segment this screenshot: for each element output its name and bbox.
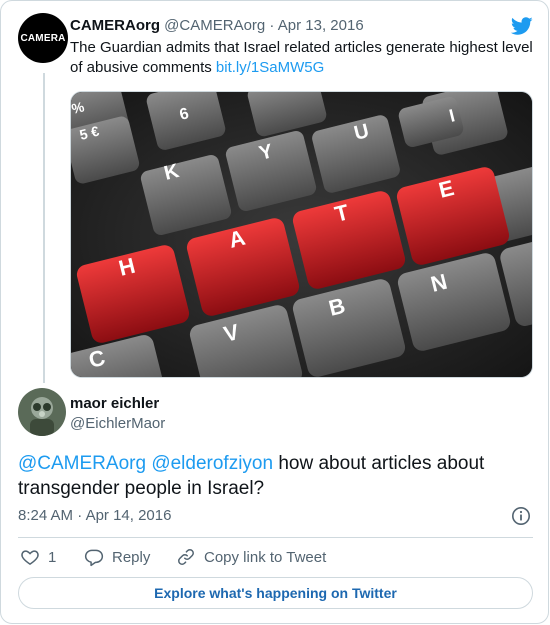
author-name[interactable]: CAMERAorg [70,17,160,34]
keyboard-hate-photo: % 5 € 6 I U K Y H A T E V B N C [71,92,532,377]
copy-link-label: Copy link to Tweet [204,548,327,566]
like-count: 1 [48,548,57,566]
heart-icon [21,550,39,565]
explore-label: Explore what's happening on Twitter [154,585,397,601]
maor-avatar[interactable] [18,388,66,436]
tweet-date[interactable]: Apr 13, 2016 [278,17,364,34]
like-button[interactable]: 1 [20,546,56,568]
avatar-logo-text: CAMERA [20,32,66,44]
thread-line [43,73,45,383]
reply-button[interactable]: Reply [84,546,150,568]
reply-timestamp[interactable]: 8:24 AM · Apr 14, 2016 [18,507,171,525]
tweet-embed-card: CAMERA CAMERAorg @CAMERAorg · Apr 13, 20… [0,0,549,624]
author-handle[interactable]: @CAMERAorg [164,17,265,34]
parent-tweet-header: CAMERAorg @CAMERAorg · Apr 13, 2016 [70,17,364,35]
reply-author-name[interactable]: maor eichler [70,395,159,413]
user-photo [18,388,66,436]
mention-elderofziyon[interactable]: @elderofziyon [151,453,273,474]
info-icon[interactable] [511,506,531,526]
tweet-media-image[interactable]: % 5 € 6 I U K Y H A T E V B N C [70,91,533,378]
twitter-bird-icon[interactable] [510,15,534,37]
camera-avatar[interactable]: CAMERA [18,13,68,63]
divider [18,537,533,538]
explore-twitter-button[interactable]: Explore what's happening on Twitter [18,577,533,609]
copy-link-button[interactable]: Copy link to Tweet [176,546,326,568]
reply-tweet-text: @CAMERAorg @elderofziyon how about artic… [18,451,538,501]
separator-dot: · [265,17,278,34]
reply-date: Apr 14, 2016 [85,507,172,524]
reply-author-handle[interactable]: @EichlerMaor [70,415,165,433]
mention-camera[interactable]: @CAMERAorg [18,453,146,474]
link-icon [178,549,194,565]
reply-time: 8:24 AM [18,507,74,524]
tweet-link[interactable]: bit.ly/1SaMW5G [216,59,324,76]
reply-label: Reply [112,548,151,566]
parent-tweet-text: The Guardian admits that Israel related … [70,38,540,78]
separator-dot: · [73,507,86,524]
reply-icon [84,549,104,567]
